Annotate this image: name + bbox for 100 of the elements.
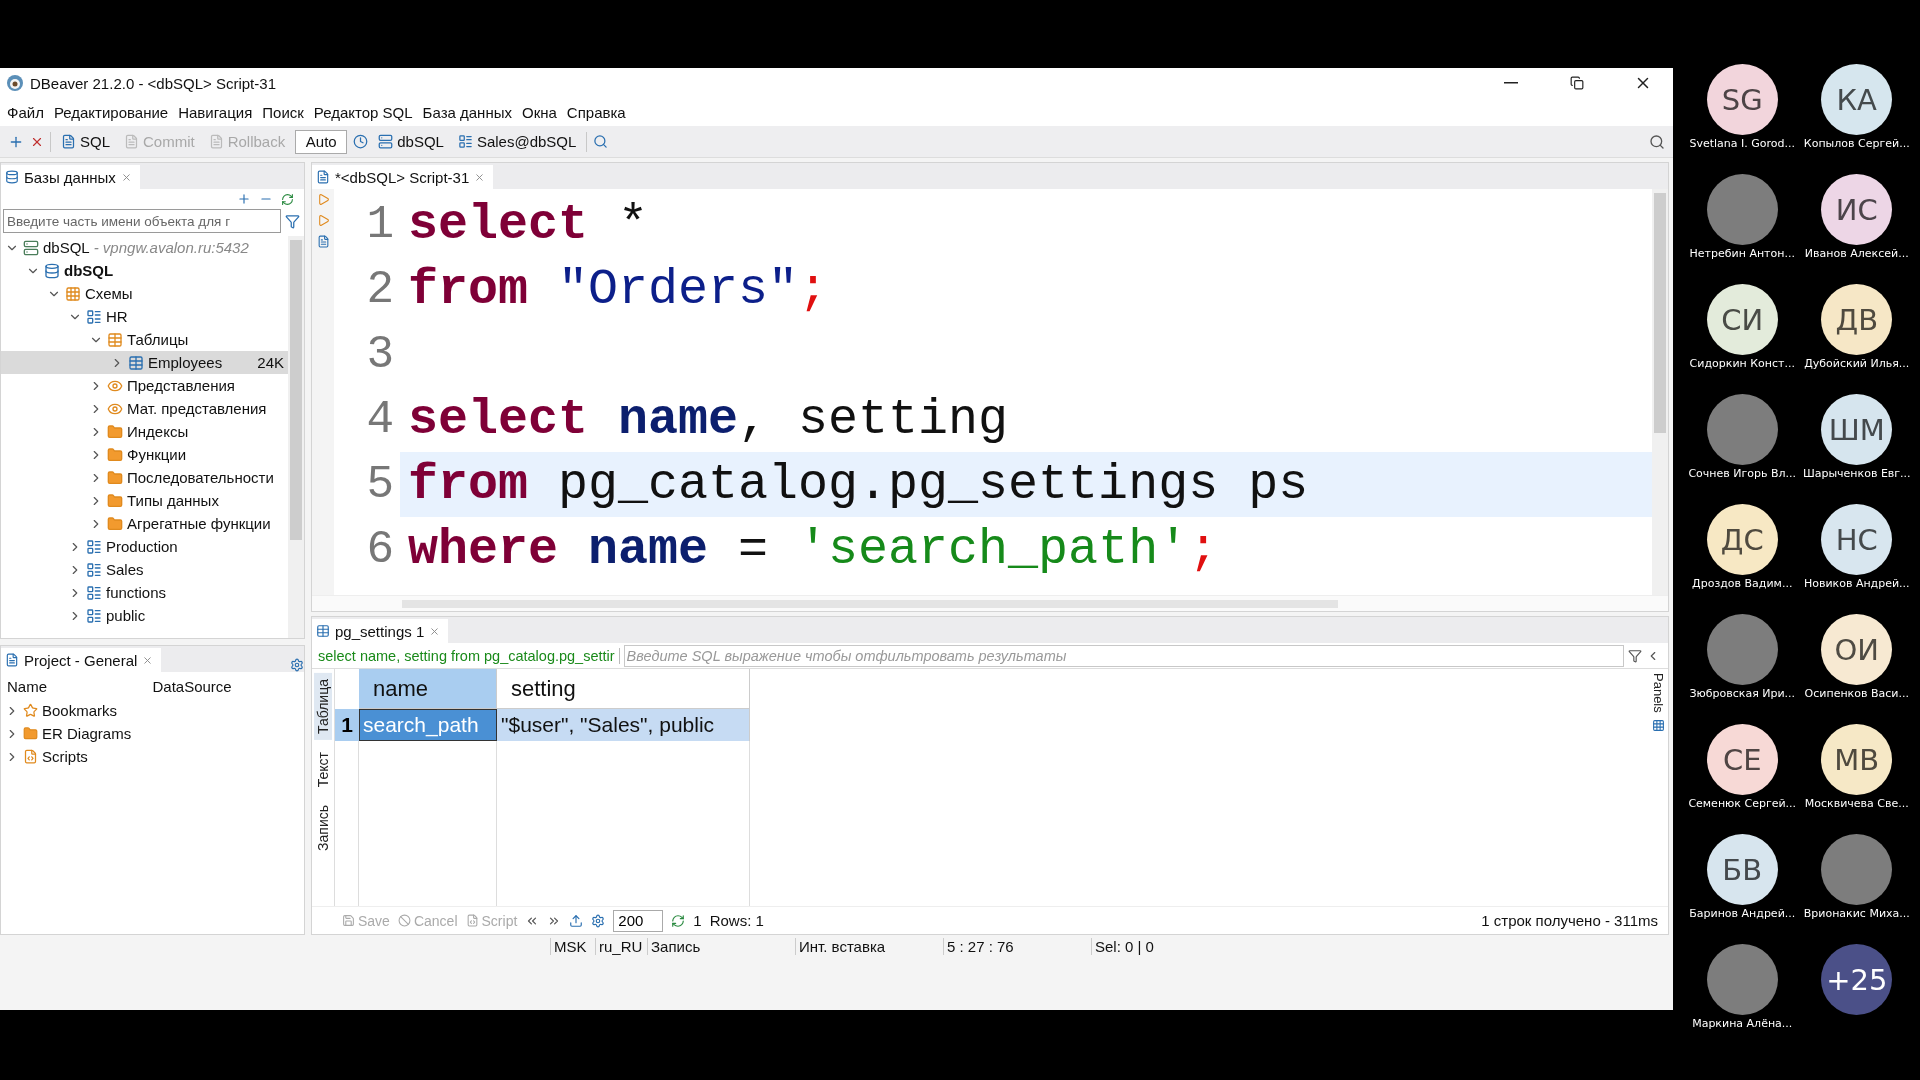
- database-icon: [5, 170, 19, 184]
- column-header: DataSource: [152, 678, 233, 695]
- window-title: DBeaver 21.2.0 - <dbSQL> Script-31: [30, 74, 277, 92]
- tree-item[interactable]: Production: [1, 535, 288, 558]
- settings-icon[interactable]: [591, 913, 606, 928]
- close-icon[interactable]: [120, 171, 132, 183]
- menu-item[interactable]: Поиск: [257, 103, 309, 121]
- editor-tab[interactable]: *<dbSQL> Script-31: [312, 165, 494, 189]
- query-text: select name, setting from pg_catalog.pg_settir: [318, 647, 620, 664]
- code-line: select name, setting: [407, 391, 1009, 448]
- schema-icon: [86, 308, 102, 325]
- tree-item[interactable]: functions: [1, 581, 288, 604]
- participant-name: Зюбровская Ири...: [1689, 687, 1796, 700]
- minimize-icon: [1504, 82, 1518, 84]
- results-tab[interactable]: pg_settings 1: [312, 619, 449, 643]
- refresh-icon[interactable]: [671, 913, 686, 928]
- participant-name: Врионакис Миха...: [1803, 907, 1910, 920]
- status-field: Запись: [647, 937, 795, 955]
- scrollbar[interactable]: [1652, 189, 1668, 595]
- menu-item[interactable]: Файл: [2, 103, 49, 121]
- project-item[interactable]: ER Diagrams: [1, 722, 304, 745]
- column-header[interactable]: name: [359, 669, 497, 709]
- panel-tab[interactable]: Базы данных: [1, 165, 140, 189]
- table-icon: [316, 624, 330, 638]
- tree-item[interactable]: Агрегатные функции: [1, 512, 288, 535]
- menu-item[interactable]: Редактирование: [48, 103, 174, 121]
- tree-item[interactable]: Схемы: [1, 282, 288, 305]
- connection-button[interactable]: dbSQL: [374, 129, 448, 154]
- filter-field[interactable]: Введите часть имени объекта для г: [3, 209, 281, 233]
- table-cell[interactable]: "$user", "Sales", public: [497, 709, 750, 741]
- fetch-size-field[interactable]: 200: [613, 909, 664, 932]
- avatar: ИС: [1821, 174, 1893, 245]
- export-icon[interactable]: [569, 913, 584, 928]
- folder-icon: [107, 446, 123, 463]
- participant-name: Сочнев Игорь Вл...: [1688, 467, 1797, 480]
- participant-name: Сидоркин Конст...: [1689, 357, 1795, 370]
- scrollbar[interactable]: [288, 236, 304, 638]
- avatar: ДВ: [1821, 284, 1893, 355]
- close-icon[interactable]: [142, 654, 154, 666]
- tree-item[interactable]: Индексы: [1, 420, 288, 443]
- line-number: 5: [334, 452, 400, 517]
- sql-button[interactable]: SQL: [57, 129, 114, 154]
- filter-icon[interactable]: [285, 213, 300, 229]
- panel-tab[interactable]: Project - General: [1, 648, 162, 672]
- save-icon: [342, 914, 355, 927]
- avatar: КА: [1821, 64, 1893, 135]
- column-header[interactable]: setting: [497, 669, 750, 709]
- panels-tab[interactable]: Panels: [1650, 673, 1666, 713]
- avatar: НС: [1821, 504, 1893, 575]
- close-icon[interactable]: [429, 625, 441, 637]
- tree-item[interactable]: dbSQL - vpngw.avalon.ru:5432: [1, 236, 288, 259]
- menu-item[interactable]: База данных: [417, 103, 517, 121]
- table-icon: [128, 354, 144, 371]
- menu-item[interactable]: Редактор SQL: [308, 103, 418, 121]
- panel-icon[interactable]: [1651, 718, 1665, 732]
- code-line: select *: [407, 196, 649, 253]
- column-header: Name: [7, 678, 48, 695]
- more-participants-button[interactable]: +25: [1821, 944, 1893, 1015]
- menu-item[interactable]: Справка: [561, 103, 631, 121]
- menu-item[interactable]: Навигация: [173, 103, 258, 121]
- search-icon[interactable]: [593, 134, 609, 149]
- tree-item[interactable]: Таблицы: [1, 328, 288, 351]
- view-tab[interactable]: Таблица: [314, 673, 332, 740]
- project-item[interactable]: Bookmarks: [1, 699, 304, 722]
- tree-item[interactable]: public: [1, 604, 288, 627]
- code-line: from pg_catalog.pg_settings ps: [407, 456, 1309, 513]
- mode-button[interactable]: Auto: [295, 129, 348, 154]
- tree-item[interactable]: Последовательности: [1, 466, 288, 489]
- server-icon: [378, 134, 394, 149]
- tree-item[interactable]: Функции: [1, 443, 288, 466]
- project-item[interactable]: Scripts: [1, 745, 304, 768]
- schema-icon: [86, 584, 102, 601]
- close-icon[interactable]: [474, 171, 486, 183]
- tree-item[interactable]: Типы данных: [1, 489, 288, 512]
- view-tab[interactable]: Запись: [314, 799, 332, 858]
- history-icon[interactable]: [353, 134, 369, 149]
- tree-item[interactable]: Мат. представления: [1, 397, 288, 420]
- avatar: СЕ: [1706, 724, 1778, 795]
- tree-item[interactable]: Представления: [1, 374, 288, 397]
- rollback-icon: [208, 134, 224, 149]
- tree-item[interactable]: Employees 24K: [1, 351, 288, 374]
- participant-name: Дубойский Илья...: [1804, 357, 1910, 370]
- schema-button[interactable]: Sales@dbSQL: [453, 129, 581, 154]
- status-field: 5 : 27 : 76: [943, 937, 1091, 955]
- view-tab[interactable]: Текст: [314, 745, 332, 794]
- settings-icon[interactable]: [290, 658, 304, 672]
- horizontal-scrollbar[interactable]: [312, 595, 1668, 611]
- filter-icon[interactable]: [1628, 648, 1642, 663]
- project-icon: [5, 653, 19, 667]
- script-folder-icon: [23, 749, 38, 764]
- search-icon[interactable]: [1649, 133, 1665, 150]
- tree-item[interactable]: HR: [1, 305, 288, 328]
- avatar: ШМ: [1821, 394, 1893, 465]
- filter-field[interactable]: Введите SQL выражение чтобы отфильтровать результаты: [623, 644, 1624, 667]
- menu-item[interactable]: Окна: [516, 103, 562, 121]
- server-icon: [23, 239, 39, 256]
- tree-item[interactable]: dbSQL: [1, 259, 288, 282]
- script-icon: [316, 170, 330, 184]
- tree-item[interactable]: Sales: [1, 558, 288, 581]
- explain-icon[interactable]: [316, 235, 330, 248]
